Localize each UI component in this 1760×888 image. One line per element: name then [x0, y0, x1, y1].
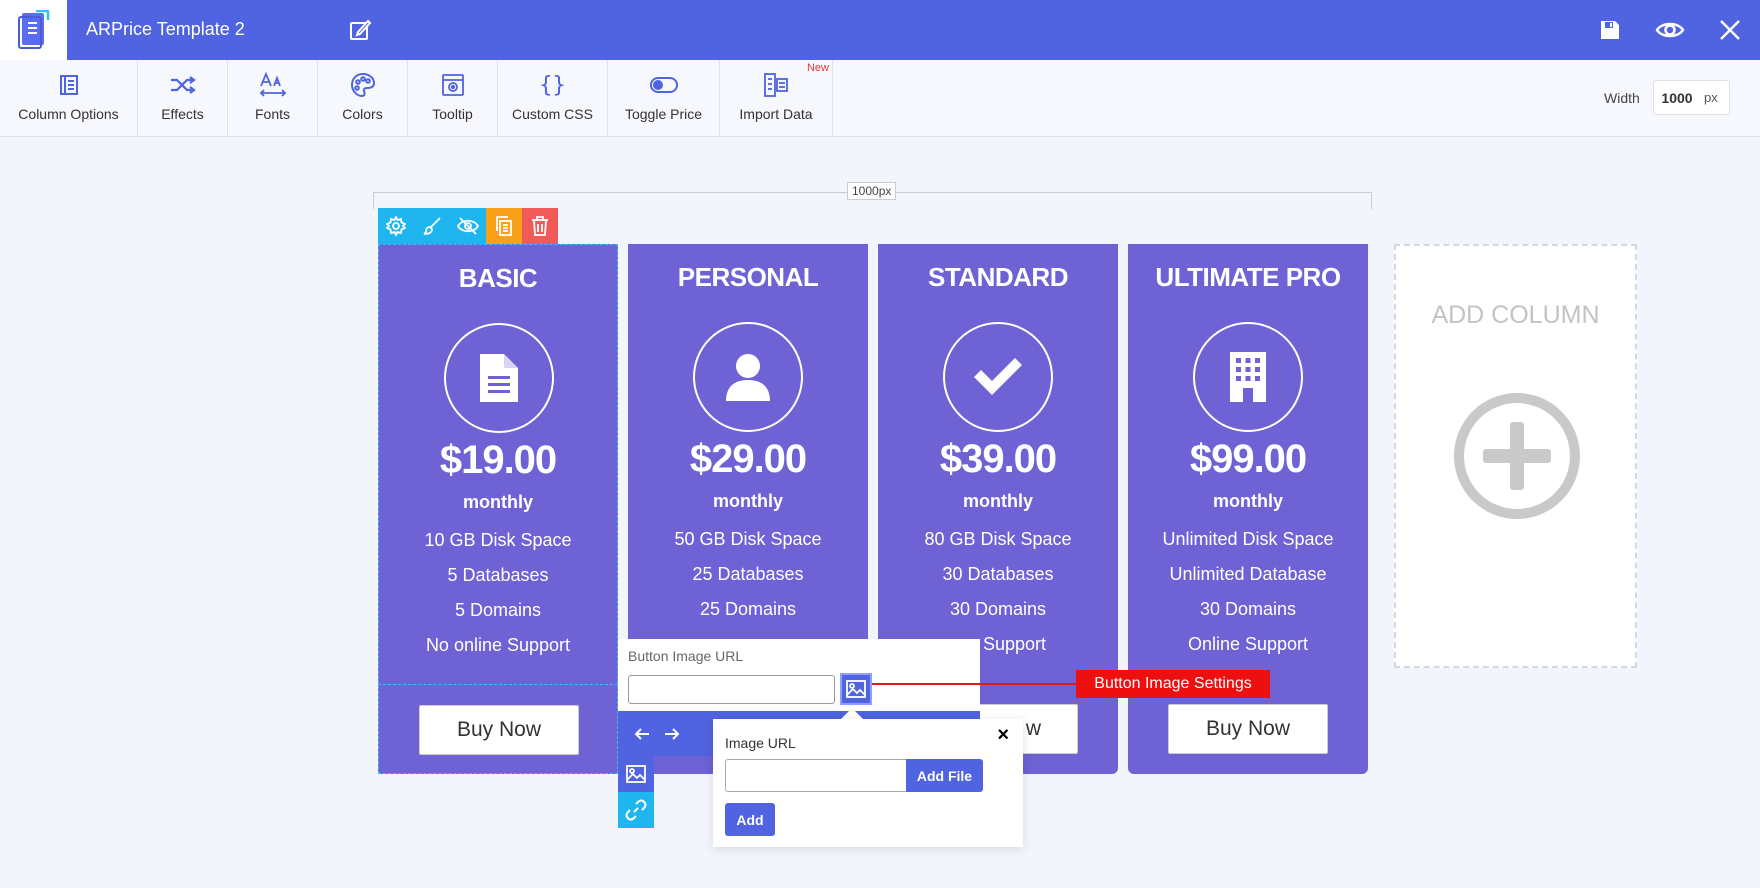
- feature-row: No online Support: [425, 635, 571, 655]
- toolbar-colors[interactable]: Colors: [318, 60, 408, 137]
- button-image-panel: Button Image URL: [618, 639, 980, 711]
- add-button[interactable]: Add: [725, 803, 775, 836]
- pricing-column-basic[interactable]: BASIC $19.00 monthly 10 GB Disk Space 5 …: [378, 244, 618, 774]
- link-icon[interactable]: [618, 792, 654, 828]
- toolbar-toggle-price[interactable]: Toggle Price: [608, 60, 720, 137]
- close-popup-icon[interactable]: ×: [997, 724, 1009, 747]
- column-title: STANDARD: [928, 262, 1068, 292]
- toolbar-label: Fonts: [254, 106, 290, 122]
- width-input[interactable]: [1654, 82, 1700, 113]
- callout-line: [872, 683, 1076, 685]
- delete-icon[interactable]: [522, 208, 558, 244]
- image-icon[interactable]: [840, 673, 872, 705]
- toolbar-import-data[interactable]: New Import Data: [720, 60, 833, 137]
- toolbar-label: Colors: [342, 106, 383, 122]
- toolbar-label: Toggle Price: [624, 106, 703, 122]
- button-image-url-label: Button Image URL: [628, 648, 744, 664]
- check-icon: [943, 322, 1053, 432]
- column-price: $29.00: [689, 437, 807, 481]
- toolbar-label: Tooltip: [432, 106, 473, 122]
- toolbar-label: Effects: [161, 106, 204, 122]
- toolbar-effects[interactable]: Effects: [138, 60, 228, 137]
- arrow-right-icon[interactable]: [661, 723, 683, 745]
- arrow-left-icon[interactable]: [631, 723, 653, 745]
- toolbar-label: Custom CSS: [512, 106, 593, 122]
- import-icon: [763, 72, 789, 98]
- feature-row: 30 Databases: [942, 564, 1054, 584]
- image-url-popup: × Image URL Add File Add: [713, 719, 1023, 847]
- toggle-icon: [649, 72, 679, 98]
- close-icon[interactable]: [1700, 0, 1760, 60]
- toolbar-fonts[interactable]: Fonts: [228, 60, 318, 137]
- feature-row: Unlimited Disk Space: [1162, 529, 1334, 549]
- toolbar: Column Options Effects Fonts Colors Tool…: [0, 60, 1760, 137]
- fonts-icon: [259, 72, 287, 98]
- feature-row: 5 Domains: [454, 600, 542, 620]
- column-price: $99.00: [1189, 437, 1307, 481]
- hide-eye-icon[interactable]: [450, 208, 486, 244]
- toolbar-custom-css[interactable]: {} Custom CSS: [498, 60, 608, 137]
- image-url-input[interactable]: [725, 759, 906, 792]
- feature-row: 80 GB Disk Space: [924, 529, 1072, 549]
- feature-row: 5 Databases: [447, 565, 549, 585]
- column-period: monthly: [963, 491, 1033, 511]
- add-file-button[interactable]: Add File: [906, 759, 983, 792]
- column-title: BASIC: [458, 263, 538, 293]
- column-period: monthly: [1213, 491, 1283, 511]
- logo-icon[interactable]: [0, 0, 67, 60]
- column-period: monthly: [713, 491, 783, 511]
- feature-row: Online Support: [1187, 634, 1309, 654]
- building-icon: [1193, 322, 1303, 432]
- plus-circle-icon: [1453, 392, 1581, 525]
- braces-icon: {}: [539, 72, 566, 98]
- toolbar-label: Column Options: [18, 106, 119, 122]
- feature-row: 25 Domains: [699, 599, 797, 619]
- column-options-icon: [59, 72, 79, 98]
- brush-icon[interactable]: [414, 208, 450, 244]
- document-icon: [444, 323, 554, 433]
- preview-eye-icon[interactable]: [1640, 0, 1700, 60]
- width-label: Width: [1604, 90, 1640, 106]
- image-url-label: Image URL: [725, 735, 796, 751]
- button-image-url-input[interactable]: [628, 675, 835, 704]
- new-badge: New: [806, 62, 829, 74]
- add-column-label: ADD COLUMN: [1431, 301, 1600, 329]
- edit-icon[interactable]: [348, 18, 372, 42]
- user-icon: [693, 322, 803, 432]
- add-column-button[interactable]: ADD COLUMN: [1394, 244, 1637, 668]
- toolbar-label: Import Data: [739, 106, 813, 122]
- shuffle-icon: [170, 72, 196, 98]
- button-image-icon[interactable]: [618, 756, 654, 792]
- button-image-settings-callout: Button Image Settings: [1076, 670, 1270, 698]
- save-icon[interactable]: [1580, 0, 1640, 60]
- feature-row: 25 Databases: [692, 564, 804, 584]
- column-action-bar: [378, 208, 558, 244]
- top-header: ARPrice Template 2: [0, 0, 1760, 60]
- buy-now-button[interactable]: Buy Now: [419, 705, 579, 755]
- tooltip-icon: [441, 72, 465, 98]
- column-title: PERSONAL: [677, 262, 819, 292]
- duplicate-icon[interactable]: [486, 208, 522, 244]
- feature-row: 50 GB Disk Space: [674, 529, 822, 549]
- width-unit: px: [1704, 90, 1718, 105]
- column-price: $39.00: [939, 437, 1057, 481]
- toolbar-tooltip[interactable]: Tooltip: [408, 60, 498, 137]
- feature-row: Unlimited Database: [1169, 564, 1327, 584]
- feature-row: 30 Domains: [1199, 599, 1297, 619]
- column-title: ULTIMATE PRO: [1155, 262, 1341, 292]
- palette-icon: [350, 72, 376, 98]
- toolbar-column-options[interactable]: Column Options: [0, 60, 138, 137]
- width-field: px: [1653, 80, 1730, 115]
- settings-icon[interactable]: [378, 208, 414, 244]
- app-title: ARPrice Template 2: [86, 19, 245, 39]
- ruler-label: 1000px: [847, 182, 897, 200]
- buy-now-button[interactable]: Buy Now: [1168, 704, 1328, 754]
- feature-row: 30 Domains: [949, 599, 1047, 619]
- feature-row: 10 GB Disk Space: [424, 530, 572, 550]
- column-price: $19.00: [439, 438, 557, 482]
- column-period: monthly: [463, 492, 533, 512]
